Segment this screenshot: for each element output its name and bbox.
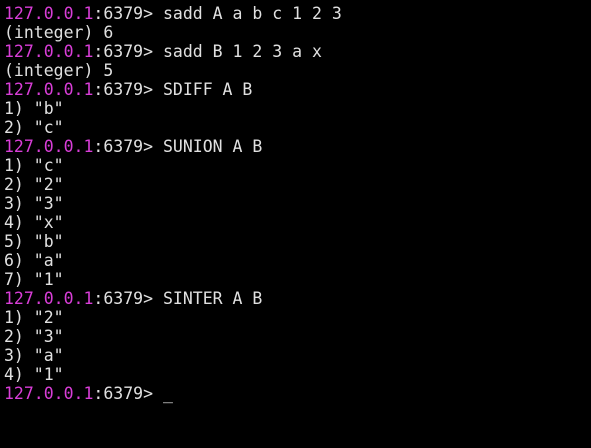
redis-cli-terminal[interactable]: 127.0.0.1:6379> sadd A a b c 1 2 3 (integ… bbox=[0, 0, 591, 448]
command-line: 127.0.0.1:6379> SUNION A B bbox=[4, 137, 591, 156]
active-prompt-line: 127.0.0.1:6379> _ bbox=[4, 384, 591, 403]
output-text: 6) "a" bbox=[4, 251, 64, 270]
text-cursor[interactable]: _ bbox=[163, 384, 173, 403]
output-text: (integer) 5 bbox=[4, 61, 114, 80]
prompt-host: 127.0.0.1 bbox=[4, 4, 94, 23]
output-text: 1) "2" bbox=[4, 308, 64, 327]
output-line: (integer) 6 bbox=[4, 23, 591, 42]
output-line: 2) "2" bbox=[4, 175, 591, 194]
output-text: 2) "3" bbox=[4, 327, 64, 346]
prompt-port: :6379> bbox=[93, 42, 163, 61]
command-line: 127.0.0.1:6379> sadd A a b c 1 2 3 bbox=[4, 4, 591, 23]
output-text: 2) "2" bbox=[4, 175, 64, 194]
output-line: 1) "c" bbox=[4, 156, 591, 175]
prompt-host: 127.0.0.1 bbox=[4, 42, 94, 61]
prompt-port: :6379> bbox=[93, 4, 163, 23]
output-text: 4) "x" bbox=[4, 213, 64, 232]
output-line: 1) "2" bbox=[4, 308, 591, 327]
output-text: 1) "c" bbox=[4, 156, 64, 175]
prompt-port: :6379> bbox=[93, 289, 163, 308]
output-text: 4) "1" bbox=[4, 365, 64, 384]
output-line: 4) "1" bbox=[4, 365, 591, 384]
output-line: 2) "3" bbox=[4, 327, 591, 346]
command-text: SUNION A B bbox=[162, 137, 263, 156]
prompt-host: 127.0.0.1 bbox=[4, 80, 94, 99]
prompt-port: :6379> bbox=[93, 137, 163, 156]
prompt-port: :6379> bbox=[93, 384, 163, 403]
output-line: 4) "x" bbox=[4, 213, 591, 232]
output-line: 7) "1" bbox=[4, 270, 591, 289]
output-text: 7) "1" bbox=[4, 270, 64, 289]
output-line: 3) "3" bbox=[4, 194, 591, 213]
output-line: 1) "b" bbox=[4, 99, 591, 118]
output-line: (integer) 5 bbox=[4, 61, 591, 80]
output-text: 2) "c" bbox=[4, 118, 64, 137]
prompt-host: 127.0.0.1 bbox=[4, 289, 94, 308]
prompt-port: :6379> bbox=[93, 80, 163, 99]
command-text: SDIFF A B bbox=[162, 80, 253, 99]
output-text: 1) "b" bbox=[4, 99, 64, 118]
output-text: 3) "3" bbox=[4, 194, 64, 213]
output-text: (integer) 6 bbox=[4, 23, 114, 42]
output-line: 3) "a" bbox=[4, 346, 591, 365]
output-text: 5) "b" bbox=[4, 232, 64, 251]
command-line: 127.0.0.1:6379> SDIFF A B bbox=[4, 80, 591, 99]
output-line: 2) "c" bbox=[4, 118, 591, 137]
command-text: SINTER A B bbox=[162, 289, 263, 308]
prompt-host: 127.0.0.1 bbox=[4, 137, 94, 156]
command-text: sadd B 1 2 3 a x bbox=[162, 42, 322, 61]
output-line: 5) "b" bbox=[4, 232, 591, 251]
command-line: 127.0.0.1:6379> sadd B 1 2 3 a x bbox=[4, 42, 591, 61]
output-text: 3) "a" bbox=[4, 346, 64, 365]
output-line: 6) "a" bbox=[4, 251, 591, 270]
command-line: 127.0.0.1:6379> SINTER A B bbox=[4, 289, 591, 308]
command-text: sadd A a b c 1 2 3 bbox=[162, 4, 342, 23]
prompt-host: 127.0.0.1 bbox=[4, 384, 94, 403]
